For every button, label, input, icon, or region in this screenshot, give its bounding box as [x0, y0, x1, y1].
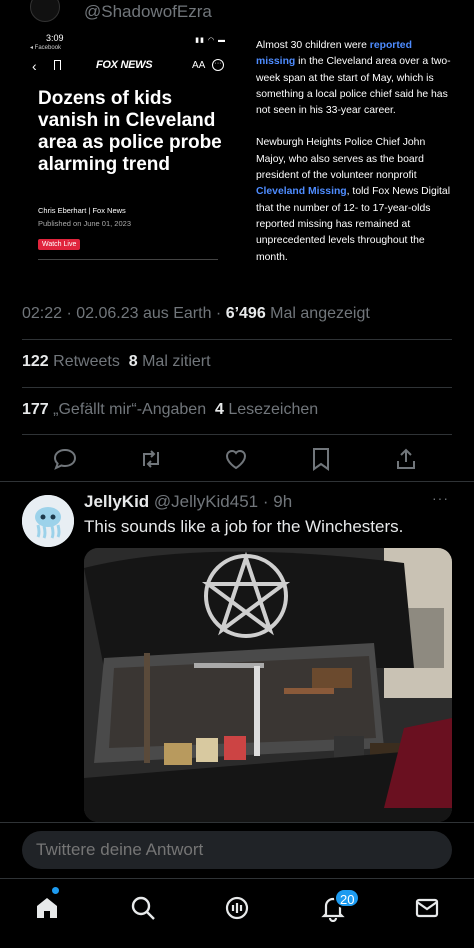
retweet-count: 122 — [22, 353, 49, 370]
article-text: Almost 30 children were reported missing… — [256, 38, 452, 282]
share-button[interactable] — [391, 444, 421, 474]
bookmark-label: Lesezeichen — [223, 401, 319, 418]
car-trunk-weapons-photo — [84, 548, 452, 822]
likes-stat[interactable]: 177 „Gefällt mir“-Angaben — [22, 401, 206, 418]
bookmark-icon — [54, 60, 61, 70]
author-avatar[interactable] — [30, 0, 60, 22]
fox-navbar: ‹ FOX NEWS AA ··· — [22, 56, 224, 78]
search-icon — [131, 896, 155, 920]
status-back-app: ◂ Facebook — [30, 45, 62, 51]
reply-button[interactable] — [50, 444, 80, 474]
fox-news-logo: FOX NEWS — [96, 59, 153, 71]
retweet-icon — [143, 450, 159, 468]
spaces-icon — [225, 896, 249, 920]
avatar-jellyfish-icon — [22, 495, 74, 547]
bookmark-button[interactable] — [306, 444, 336, 474]
article-byline: Chris Eberhart | Fox News — [38, 206, 126, 215]
tweet-media-screenshot[interactable]: 3:09 ◂ Facebook ▮▮ ◠ ▬ ‹ FOX NEWS AA ···… — [22, 30, 452, 282]
nav-spaces[interactable] — [220, 891, 254, 925]
nav-messages[interactable] — [410, 891, 444, 925]
reply-icon — [53, 448, 77, 470]
messages-icon — [415, 898, 439, 918]
quote-label: Mal zitiert — [137, 353, 211, 370]
text: Almost 30 children were — [256, 40, 370, 51]
quotes-stat[interactable]: 8 Mal zitiert — [129, 353, 211, 370]
like-bookmark-stats: 177 „Gefällt mir“-Angaben 4 Lesezeichen — [22, 401, 318, 419]
nav-home[interactable] — [30, 891, 64, 925]
reply-text: This sounds like a job for the Wincheste… — [84, 517, 404, 536]
article-paragraph-2: Newburgh Heights Police Chief John Majoy… — [256, 135, 452, 265]
back-chevron-icon: ‹ — [32, 58, 37, 74]
text: , told Fox News Digital that the number … — [256, 186, 451, 263]
reply-media-image[interactable] — [84, 548, 452, 822]
reply-display-name[interactable]: JellyKid — [84, 492, 149, 511]
retweet-label: Retweets — [48, 353, 120, 370]
like-label: „Gefällt mir“-Angaben — [48, 401, 207, 418]
watch-live-badge: Watch Live — [38, 239, 81, 250]
article-published-date: Published on June 01, 2023 — [38, 219, 131, 228]
article-paragraph-1: Almost 30 children were reported missing… — [256, 38, 452, 119]
bookmarks-stat[interactable]: 4 Lesezeichen — [215, 401, 318, 418]
tweet-timestamp-views: 02:22 · 02.06.23 aus Earth · 6’496 Mal a… — [22, 305, 370, 323]
more-icon: ··· — [212, 59, 224, 71]
author-handle[interactable]: @ShadowofEzra — [84, 2, 212, 22]
retweets-stat[interactable]: 122 Retweets — [22, 353, 120, 370]
text: Newburgh Heights Police Chief John Majoy… — [256, 137, 426, 182]
bookmark-icon — [313, 448, 329, 471]
retweet-button[interactable] — [136, 444, 166, 474]
status-time: 3:09 — [46, 33, 64, 43]
divider — [0, 481, 474, 482]
status-icons: ▮▮ ◠ ▬ — [195, 37, 226, 44]
like-icon — [225, 450, 247, 470]
share-icon — [397, 448, 415, 469]
bookmark-count: 4 — [214, 401, 224, 418]
view-count-label: Mal angezeigt — [265, 305, 370, 322]
bottom-navigation — [0, 878, 474, 948]
divider — [22, 434, 452, 435]
reply-header: JellyKid @JellyKid451 · 9h — [84, 492, 292, 512]
nav-search[interactable] — [126, 891, 160, 925]
article-link: Cleveland Missing — [256, 186, 347, 198]
like-count: 177 — [22, 401, 49, 418]
text-size-icon: AA — [192, 60, 206, 71]
notification-count-badge: 20 — [334, 888, 361, 908]
article-headline: Dozens of kids vanish in Cleveland area … — [38, 88, 222, 175]
quote-count: 8 — [128, 353, 138, 370]
fox-news-app-screenshot: 3:09 ◂ Facebook ▮▮ ◠ ▬ ‹ FOX NEWS AA ···… — [22, 30, 232, 282]
reply-handle[interactable]: @JellyKid451 · 9h — [149, 492, 292, 511]
tweet-timestamp[interactable]: 02:22 · 02.06.23 aus Earth · — [22, 305, 226, 322]
more-options-icon[interactable]: ··· — [432, 490, 449, 506]
reply-input[interactable] — [22, 831, 452, 869]
retweet-quote-stats: 122 Retweets 8 Mal zitiert — [22, 353, 211, 371]
tweet-actions — [0, 444, 474, 474]
home-unread-dot — [52, 887, 59, 894]
divider — [22, 339, 452, 340]
original-tweet-author[interactable]: @ShadowofEzra — [0, 0, 474, 28]
divider — [22, 387, 452, 388]
home-icon — [37, 898, 57, 918]
view-count: 6’496 — [225, 305, 266, 322]
divider — [38, 259, 218, 260]
reply-avatar[interactable] — [22, 495, 74, 547]
like-button[interactable] — [221, 444, 251, 474]
